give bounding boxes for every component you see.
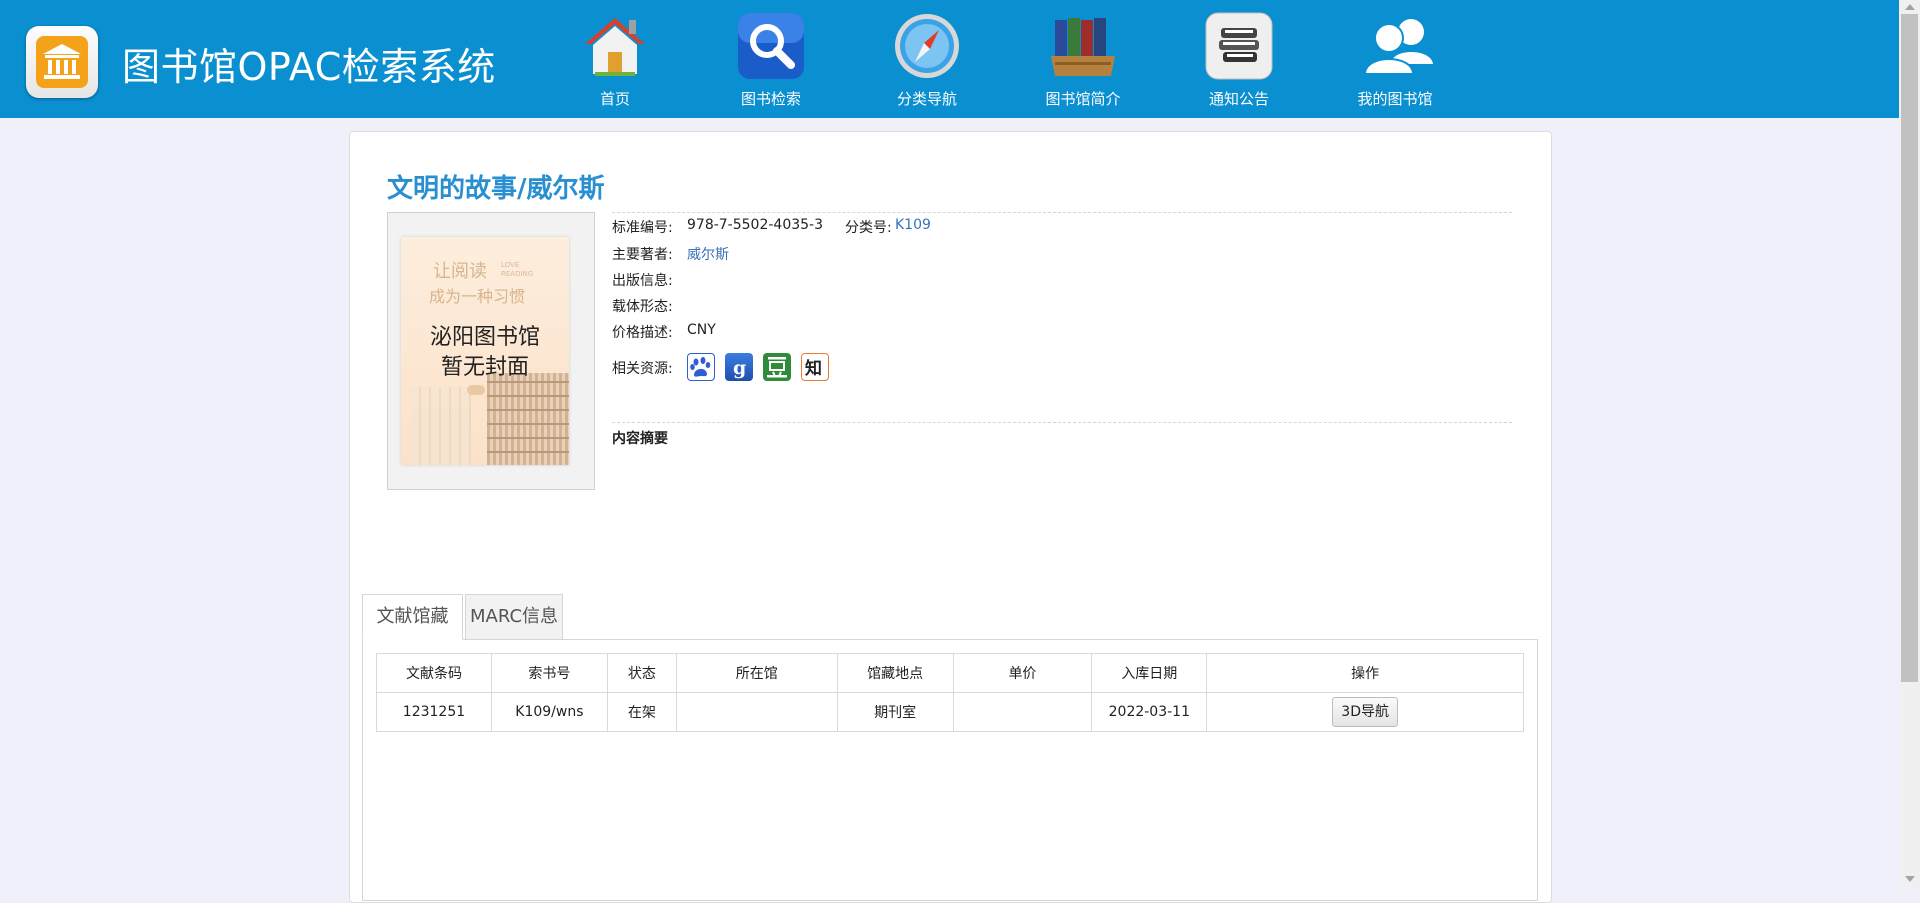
book-title: 文明的故事/威尔斯 xyxy=(387,174,605,204)
cell-location: 期刊室 xyxy=(836,692,954,732)
google-icon[interactable]: g xyxy=(725,353,753,381)
nav-item-notice[interactable]: 通知公告 xyxy=(1184,10,1294,110)
field-price: 价格描述: CNY xyxy=(612,322,716,342)
users-icon xyxy=(1361,12,1433,80)
class-no-link[interactable]: K109 xyxy=(895,217,931,233)
isbn-label: 标准编号: xyxy=(612,220,673,236)
nav-item-search[interactable]: 图书检索 xyxy=(716,10,826,110)
cover-no-cover-text: 暂无封面 xyxy=(440,355,529,380)
library-logo-icon[interactable] xyxy=(26,26,98,98)
baidu-icon[interactable] xyxy=(687,353,715,381)
cell-price xyxy=(952,692,1093,732)
cover-badge xyxy=(467,385,485,395)
tab-holdings[interactable]: 文献馆藏 xyxy=(362,594,463,640)
cell-action: 3D导航 xyxy=(1206,692,1524,732)
tab-marc[interactable]: MARC信息 xyxy=(465,594,563,640)
cover-bookshelf-lines xyxy=(487,373,569,465)
col-date: 入库日期 xyxy=(1091,653,1208,693)
nav-label-mylibrary: 我的图书馆 xyxy=(1357,90,1433,108)
abstract-divider xyxy=(612,422,1512,423)
field-publish: 出版信息: xyxy=(612,270,673,290)
cell-library xyxy=(675,692,838,732)
table-row: 1231251 K109/wns 在架 期刊室 2022-03-11 3D导航 xyxy=(376,692,1524,732)
author-link[interactable]: 威尔斯 xyxy=(687,244,729,264)
home-icon xyxy=(581,12,649,80)
books-icon xyxy=(1049,12,1117,80)
svg-text:知: 知 xyxy=(804,358,822,379)
svg-text:g: g xyxy=(733,357,746,379)
field-author: 主要著者: 威尔斯 xyxy=(612,244,729,264)
douban-icon[interactable] xyxy=(763,353,791,381)
3d-navigation-button[interactable]: 3D导航 xyxy=(1332,697,1398,727)
nav-item-category[interactable]: 分类导航 xyxy=(872,10,982,110)
carrier-label: 载体形态: xyxy=(612,299,673,315)
price-label: 价格描述: xyxy=(612,325,673,341)
header-bar: 图书馆OPAC检索系统 首页 图书检索 分类导航 图书馆简介 通知公告 我的图书… xyxy=(0,0,1899,118)
nav-item-home[interactable]: 首页 xyxy=(560,10,670,110)
scroll-up-arrow-icon[interactable] xyxy=(1905,4,1915,10)
col-library: 所在馆 xyxy=(675,653,838,693)
cell-status: 在架 xyxy=(606,692,677,732)
cover-library-name: 泌阳图书馆 xyxy=(429,325,540,350)
cover-slogan-line2: 成为一种习惯 xyxy=(429,287,526,306)
nav-label-home: 首页 xyxy=(599,90,630,108)
site-title: 图书馆OPAC检索系统 xyxy=(122,45,496,89)
col-price: 单价 xyxy=(952,653,1093,693)
holdings-table: 文献条码 索书号 状态 所在馆 馆藏地点 单价 入库日期 操作 1231251 … xyxy=(376,653,1524,732)
field-carrier: 载体形态: xyxy=(612,296,673,316)
book-cover-frame: 让阅读 成为一种习惯 LOVE READING 泌阳图书馆 暂无封面 xyxy=(387,212,595,490)
cell-date: 2022-03-11 xyxy=(1091,692,1208,732)
nav-label-category: 分类导航 xyxy=(896,90,957,108)
cover-slogan-line1: 让阅读 xyxy=(433,261,487,282)
nav-label-search: 图书检索 xyxy=(740,90,801,108)
cell-barcode: 1231251 xyxy=(376,692,492,732)
price-value: CNY xyxy=(687,322,716,338)
col-barcode: 文献条码 xyxy=(376,653,492,693)
cover-slogan-en: LOVE READING xyxy=(501,261,534,278)
scroll-thumb[interactable] xyxy=(1901,14,1918,682)
nav-item-mylibrary[interactable]: 我的图书馆 xyxy=(1340,10,1450,110)
publish-label: 出版信息: xyxy=(612,273,673,289)
nav-item-intro[interactable]: 图书馆简介 xyxy=(1028,10,1138,110)
table-header-row: 文献条码 索书号 状态 所在馆 馆藏地点 单价 入库日期 操作 xyxy=(376,653,1524,693)
info-divider-top xyxy=(612,212,1512,213)
col-action: 操作 xyxy=(1206,653,1524,693)
book-cover-image: 让阅读 成为一种习惯 LOVE READING 泌阳图书馆 暂无封面 xyxy=(401,237,569,465)
col-callno: 索书号 xyxy=(490,653,608,693)
nav-label-notice: 通知公告 xyxy=(1208,90,1269,108)
cell-callno: K109/wns xyxy=(490,692,608,732)
notice-icon xyxy=(1205,12,1273,80)
col-location: 馆藏地点 xyxy=(836,653,954,693)
nav-label-intro: 图书馆简介 xyxy=(1045,90,1121,108)
author-label: 主要著者: xyxy=(612,247,673,263)
scroll-down-arrow-icon[interactable] xyxy=(1905,876,1915,882)
isbn-value: 978-7-5502-4035-3 xyxy=(687,217,824,233)
search-icon xyxy=(737,12,805,80)
col-status: 状态 xyxy=(606,653,677,693)
compass-icon xyxy=(893,12,961,80)
field-isbn: 标准编号: 978-7-5502-4035-3 分类号: K109 xyxy=(612,217,931,237)
abstract-heading: 内容摘要 xyxy=(612,431,668,447)
resources-label: 相关资源: xyxy=(612,361,673,377)
cover-window-decoration xyxy=(411,387,471,465)
class-label: 分类号: xyxy=(845,220,892,236)
page-scrollbar[interactable] xyxy=(1899,0,1920,887)
zhihu-icon[interactable]: 知 xyxy=(801,353,829,381)
field-resources: 相关资源: xyxy=(612,358,673,378)
